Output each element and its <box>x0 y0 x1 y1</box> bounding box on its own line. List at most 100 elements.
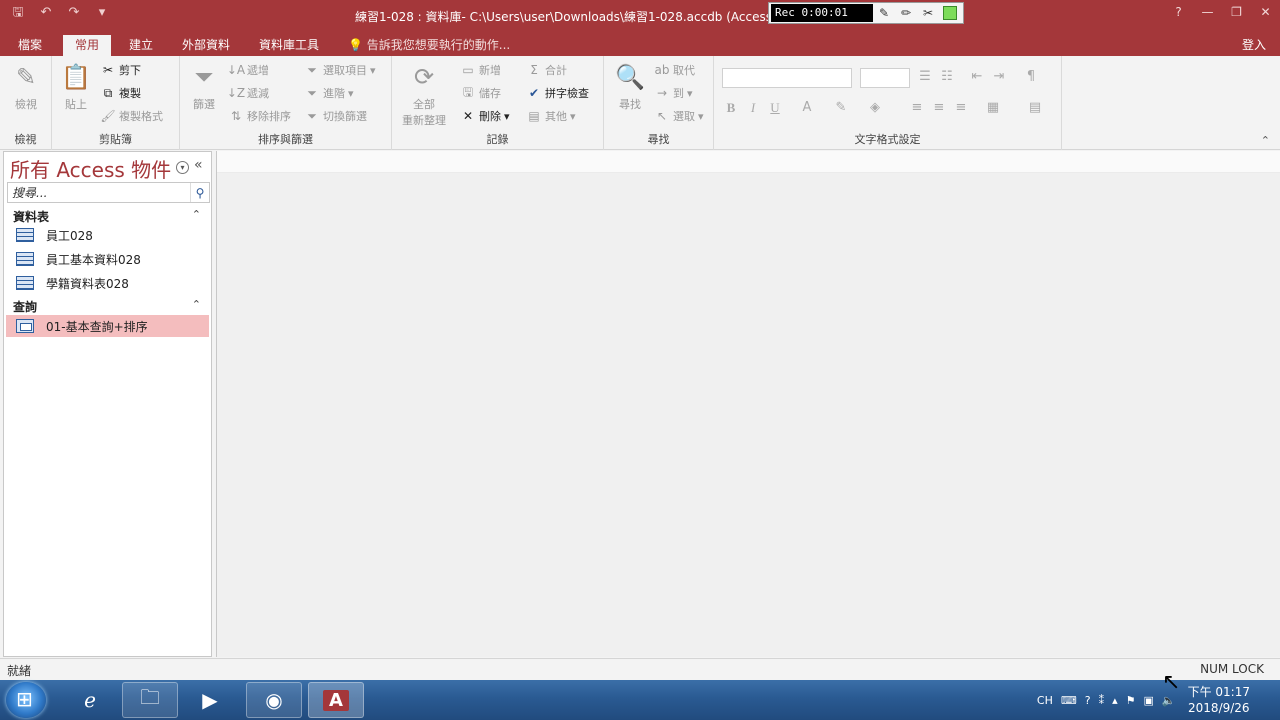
spelling-button[interactable]: ✔ 拼字檢查 <box>526 84 589 102</box>
customize-qat-icon[interactable]: ▾ <box>90 3 114 23</box>
nav-dropdown-icon[interactable]: ▾ <box>176 161 189 174</box>
underline-button[interactable]: U <box>766 100 784 116</box>
help-button[interactable]: ? <box>1164 0 1193 24</box>
filter-label: 篩選 <box>193 98 215 111</box>
nav-collapse-icon[interactable]: « <box>194 157 203 173</box>
access-app-icon[interactable]: A <box>308 682 364 718</box>
green-square-icon[interactable] <box>939 4 961 22</box>
action-center-icon[interactable]: ⚑ <box>1126 694 1136 707</box>
font-color-button[interactable]: A <box>798 100 816 115</box>
paste-button[interactable]: 📋 貼上 <box>58 62 94 112</box>
find-button[interactable]: 🔍 尋找 <box>612 62 648 112</box>
advanced-button[interactable]: ⏷ 進階 ▾ <box>304 84 353 102</box>
bullets-icon[interactable]: ☰ <box>916 69 934 84</box>
scissors-icon: ✂ <box>102 63 114 77</box>
save-record-button[interactable]: 🖫 儲存 <box>460 84 501 102</box>
delete-x-icon: ✕ <box>462 109 474 123</box>
pencil-icon[interactable]: ✏ <box>895 4 917 22</box>
decrease-indent-icon[interactable]: ⇤ <box>968 69 986 84</box>
format-painter-button[interactable]: 🖌 複製格式 <box>100 107 163 125</box>
tab-database-tools[interactable]: 資料庫工具 <box>247 35 331 56</box>
group-sort-filter: ⏷ 篩選 ↓A 遞增 ↓Z 遞減 ⇅ 移除排序 ⏷ 選取項目 ▾ ⏷ 進階 ▾ ⏷ 切換篩選 排… <box>180 56 392 150</box>
select-button[interactable]: ↖ 選取 ▾ <box>654 107 704 125</box>
more-button[interactable]: ▤ 其他 ▾ <box>526 107 575 125</box>
nav-search-box: ⚲ <box>7 182 210 203</box>
cut-button[interactable]: ✂ 剪下 <box>100 61 141 79</box>
alt-row-color-icon[interactable]: ▤ <box>1026 100 1044 115</box>
numbering-icon[interactable]: ☷ <box>938 69 956 84</box>
totals-button[interactable]: Σ 合計 <box>526 61 567 79</box>
save-icon[interactable]: 🖫 <box>6 3 30 23</box>
chrome-icon[interactable]: ◉ <box>246 682 302 718</box>
rtl-icon[interactable]: ¶ <box>1022 69 1040 84</box>
nav-item-table[interactable]: 員工基本資料028 <box>6 248 209 270</box>
tell-me-box[interactable]: 💡 告訴我您想要執行的動作... <box>348 35 510 56</box>
redo-icon[interactable]: ↷ <box>62 3 86 23</box>
minimize-button[interactable]: — <box>1193 0 1222 24</box>
nav-item-query[interactable]: 01-基本查詢+排序 <box>6 315 209 337</box>
highlight-icon[interactable]: ✎ <box>832 100 850 115</box>
section-tables[interactable]: 資料表 ⌃ <box>4 207 211 225</box>
show-hidden-icons[interactable]: ▴ <box>1112 694 1118 707</box>
volume-icon[interactable]: 🔈 <box>1162 694 1176 707</box>
font-name-box[interactable] <box>722 68 852 88</box>
refresh-all-button[interactable]: ⟳ 全部 重新整理 <box>396 62 452 128</box>
nav-item-table[interactable]: 員工028 <box>6 224 209 246</box>
selection-button[interactable]: ⏷ 選取項目 ▾ <box>304 61 375 79</box>
nav-search-input[interactable] <box>8 183 188 202</box>
replace-button[interactable]: ab 取代 <box>654 61 696 79</box>
align-right-icon[interactable]: ≡ <box>952 100 970 115</box>
align-left-icon[interactable]: ≡ <box>908 100 926 115</box>
tab-home[interactable]: 常用 <box>63 35 112 56</box>
descending-button[interactable]: ↓Z 遞減 <box>227 84 269 102</box>
ribbon: ✎ 檢視 檢視 📋 貼上 ✂ 剪下 ⧉ 複製 🖌 複製格式 剪貼簿 ⏷ 篩選 ↓A 遞增… <box>0 56 1280 150</box>
gridlines-icon[interactable]: ▦ <box>984 100 1002 115</box>
restore-button[interactable]: ❐ <box>1222 0 1251 24</box>
collapse-ribbon-icon[interactable]: ⌃ <box>1261 134 1270 147</box>
sign-in-link[interactable]: 登入 <box>1242 35 1266 56</box>
keyboard-icon[interactable]: ⌨ <box>1061 694 1077 707</box>
delete-record-button[interactable]: ✕ 刪除 ▾ <box>460 107 510 125</box>
nav-pane-title[interactable]: 所有 Access 物件 <box>10 154 171 183</box>
nav-item-table[interactable]: 學籍資料表028 <box>6 272 209 294</box>
ascending-button[interactable]: ↓A 遞增 <box>227 61 269 79</box>
font-size-box[interactable] <box>860 68 910 88</box>
search-icon[interactable]: ⚲ <box>190 183 209 202</box>
nav-item-label: 員工028 <box>46 228 93 243</box>
scissors-icon[interactable]: ✂ <box>917 4 939 22</box>
section-queries[interactable]: 查詢 ⌃ <box>4 297 211 315</box>
lightbulb-icon: 💡 <box>348 38 363 52</box>
tab-external-data[interactable]: 外部資料 <box>170 35 242 56</box>
collapse-up-icon[interactable]: ⌃ <box>192 208 201 221</box>
bold-button[interactable]: B <box>722 100 740 116</box>
fill-color-icon[interactable]: ◈ <box>866 100 884 115</box>
increase-indent-icon[interactable]: ⇥ <box>990 69 1008 84</box>
spelling-label: 拼字檢查 <box>545 87 589 100</box>
filter-button[interactable]: ⏷ 篩選 <box>186 62 222 112</box>
ime-icon[interactable]: ⁑ <box>1099 694 1105 707</box>
network-icon[interactable]: ▣ <box>1143 694 1153 707</box>
file-explorer-icon[interactable]: 🗀 <box>122 682 178 718</box>
italic-button[interactable]: I <box>744 100 762 116</box>
internet-explorer-icon[interactable]: ℯ <box>62 682 118 718</box>
ascending-label: 遞增 <box>247 64 269 77</box>
new-record-button[interactable]: ▭ 新增 <box>460 61 501 79</box>
clock-date: 2018/9/26 <box>1188 701 1250 715</box>
undo-icon[interactable]: ↶ <box>34 3 58 23</box>
goto-button[interactable]: → 到 ▾ <box>654 84 693 102</box>
clock[interactable]: 下午 01:17 2018/9/26 <box>1188 684 1250 716</box>
copy-button[interactable]: ⧉ 複製 <box>100 84 141 102</box>
view-button[interactable]: ✎ 檢視 <box>8 62 44 112</box>
start-button[interactable] <box>6 682 46 718</box>
tab-create[interactable]: 建立 <box>117 35 165 56</box>
language-indicator[interactable]: CH <box>1037 694 1053 707</box>
toggle-filter-button[interactable]: ⏷ 切換篩選 <box>304 107 367 125</box>
align-center-icon[interactable]: ≡ <box>930 100 948 115</box>
media-player-icon[interactable]: ▶ <box>182 682 238 718</box>
collapse-up-icon[interactable]: ⌃ <box>192 298 201 311</box>
note-icon[interactable]: ✎ <box>873 4 895 22</box>
close-button[interactable]: ✕ <box>1251 0 1280 24</box>
help-icon[interactable]: ? <box>1085 694 1091 707</box>
tab-file[interactable]: 檔案 <box>6 35 54 56</box>
remove-sort-button[interactable]: ⇅ 移除排序 <box>228 107 291 125</box>
